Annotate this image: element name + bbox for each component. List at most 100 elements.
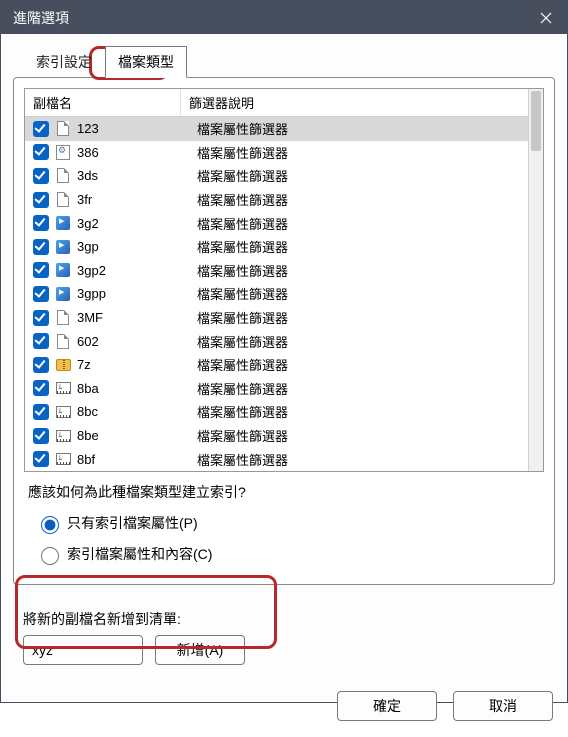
- table-row[interactable]: 8be檔案屬性篩選器: [25, 424, 543, 448]
- row-description: 檔案屬性篩選器: [191, 332, 543, 351]
- row-checkbox[interactable]: [33, 428, 49, 444]
- filetype-icon: [55, 357, 71, 373]
- filetype-icon: [55, 333, 71, 349]
- table-row[interactable]: 8ba檔案屬性篩選器: [25, 377, 543, 401]
- table-row[interactable]: 8bf檔案屬性篩選器: [25, 447, 543, 471]
- dialog-title: 進階選項: [13, 8, 69, 28]
- row-checkbox[interactable]: [33, 192, 49, 208]
- row-extension: 8bc: [77, 404, 191, 419]
- row-checkbox[interactable]: [33, 168, 49, 184]
- scrollbar-thumb[interactable]: [531, 91, 541, 151]
- radio-props-content[interactable]: [41, 547, 59, 565]
- table-row[interactable]: 3fr檔案屬性篩選器: [25, 188, 543, 212]
- filetype-icon: [55, 262, 71, 278]
- row-checkbox[interactable]: [33, 333, 49, 349]
- row-extension: 123: [77, 121, 191, 136]
- tab-index-settings[interactable]: 索引設定: [23, 46, 105, 77]
- row-checkbox[interactable]: [33, 310, 49, 326]
- row-extension: 386: [77, 145, 191, 160]
- row-description: 檔案屬性篩選器: [191, 450, 543, 469]
- row-description: 檔案屬性篩選器: [191, 284, 543, 303]
- close-button[interactable]: [525, 1, 567, 34]
- row-extension: 3gpp: [77, 286, 191, 301]
- row-checkbox[interactable]: [33, 357, 49, 373]
- file-type-list[interactable]: 副檔名 篩選器說明 123檔案屬性篩選器386檔案屬性篩選器3ds檔案屬性篩選器…: [24, 88, 544, 472]
- radio-props-content-label: 索引檔案屬性和內容(C): [67, 544, 212, 564]
- column-header-description[interactable]: 篩選器說明: [181, 89, 543, 116]
- add-extension-label: 將新的副檔名新增到清單:: [23, 609, 263, 629]
- row-checkbox[interactable]: [33, 286, 49, 302]
- filetype-icon: [55, 404, 71, 420]
- new-extension-input[interactable]: [23, 635, 143, 665]
- filetype-icon: [55, 286, 71, 302]
- row-extension: 7z: [77, 357, 191, 372]
- table-row[interactable]: 123檔案屬性篩選器: [25, 117, 543, 141]
- row-description: 檔案屬性篩選器: [191, 261, 543, 280]
- row-description: 檔案屬性篩選器: [191, 119, 543, 138]
- row-description: 檔案屬性篩選器: [191, 308, 543, 327]
- row-description: 檔案屬性篩選器: [191, 237, 543, 256]
- titlebar: 進階選項: [1, 1, 567, 34]
- table-row[interactable]: 3gp檔案屬性篩選器: [25, 235, 543, 259]
- row-description: 檔案屬性篩選器: [191, 214, 543, 233]
- index-radio-group: 只有索引檔案屬性(P) 索引檔案屬性和內容(C): [24, 504, 544, 572]
- row-extension: 8bf: [77, 452, 191, 467]
- row-extension: 3MF: [77, 310, 191, 325]
- filetype-icon: [55, 121, 71, 137]
- row-description: 檔案屬性篩選器: [191, 166, 543, 185]
- list-header: 副檔名 篩選器說明: [25, 89, 543, 117]
- table-row[interactable]: 7z檔案屬性篩選器: [25, 353, 543, 377]
- row-description: 檔案屬性篩選器: [191, 190, 543, 209]
- row-checkbox[interactable]: [33, 144, 49, 160]
- cancel-button[interactable]: 取消: [453, 691, 553, 721]
- tab-bar: 索引設定 檔案類型: [13, 46, 555, 77]
- row-extension: 8ba: [77, 381, 191, 396]
- radio-props-content-row[interactable]: 索引檔案屬性和內容(C): [36, 539, 540, 570]
- row-description: 檔案屬性篩選器: [191, 143, 543, 162]
- radio-props-only-label: 只有索引檔案屬性(P): [67, 513, 198, 533]
- filetype-icon: [55, 144, 71, 160]
- row-extension: 3g2: [77, 216, 191, 231]
- row-extension: 3gp: [77, 239, 191, 254]
- filetype-icon: [55, 428, 71, 444]
- row-description: 檔案屬性篩選器: [191, 379, 543, 398]
- radio-props-only[interactable]: [41, 516, 59, 534]
- ok-button[interactable]: 確定: [337, 691, 437, 721]
- filetype-icon: [55, 192, 71, 208]
- add-extension-group: 將新的副檔名新增到清單: 新增(A): [13, 601, 273, 679]
- row-checkbox[interactable]: [33, 215, 49, 231]
- row-checkbox[interactable]: [33, 451, 49, 467]
- tab-file-types[interactable]: 檔案類型: [105, 46, 187, 78]
- column-header-extension[interactable]: 副檔名: [25, 89, 181, 116]
- table-row[interactable]: 3ds檔案屬性篩選器: [25, 164, 543, 188]
- table-row[interactable]: 3gpp檔案屬性篩選器: [25, 282, 543, 306]
- scrollbar[interactable]: [528, 89, 543, 471]
- table-row[interactable]: 8bc檔案屬性篩選器: [25, 400, 543, 424]
- filetype-icon: [55, 168, 71, 184]
- row-extension: 3gp2: [77, 263, 191, 278]
- filetype-icon: [55, 451, 71, 467]
- advanced-options-dialog: 進階選項 索引設定 檔案類型 副檔名 篩選器說明 123檔案屬性篩選器386檔案…: [0, 0, 568, 703]
- row-description: 檔案屬性篩選器: [191, 402, 543, 421]
- table-row[interactable]: 3gp2檔案屬性篩選器: [25, 259, 543, 283]
- list-body: 123檔案屬性篩選器386檔案屬性篩選器3ds檔案屬性篩選器3fr檔案屬性篩選器…: [25, 117, 543, 471]
- row-checkbox[interactable]: [33, 380, 49, 396]
- filetype-icon: [55, 215, 71, 231]
- row-checkbox[interactable]: [33, 262, 49, 278]
- radio-props-only-row[interactable]: 只有索引檔案屬性(P): [36, 508, 540, 539]
- table-row[interactable]: 3MF檔案屬性篩選器: [25, 306, 543, 330]
- table-row[interactable]: 3g2檔案屬性篩選器: [25, 211, 543, 235]
- row-extension: 3ds: [77, 168, 191, 183]
- row-checkbox[interactable]: [33, 239, 49, 255]
- row-description: 檔案屬性篩選器: [191, 355, 543, 374]
- row-checkbox[interactable]: [33, 121, 49, 137]
- table-row[interactable]: 602檔案屬性篩選器: [25, 329, 543, 353]
- table-row[interactable]: 386檔案屬性篩選器: [25, 141, 543, 165]
- row-extension: 8be: [77, 428, 191, 443]
- row-checkbox[interactable]: [33, 404, 49, 420]
- filetype-icon: [55, 310, 71, 326]
- row-extension: 602: [77, 334, 191, 349]
- add-button[interactable]: 新增(A): [155, 635, 245, 665]
- filetype-icon: [55, 239, 71, 255]
- close-icon: [540, 12, 552, 24]
